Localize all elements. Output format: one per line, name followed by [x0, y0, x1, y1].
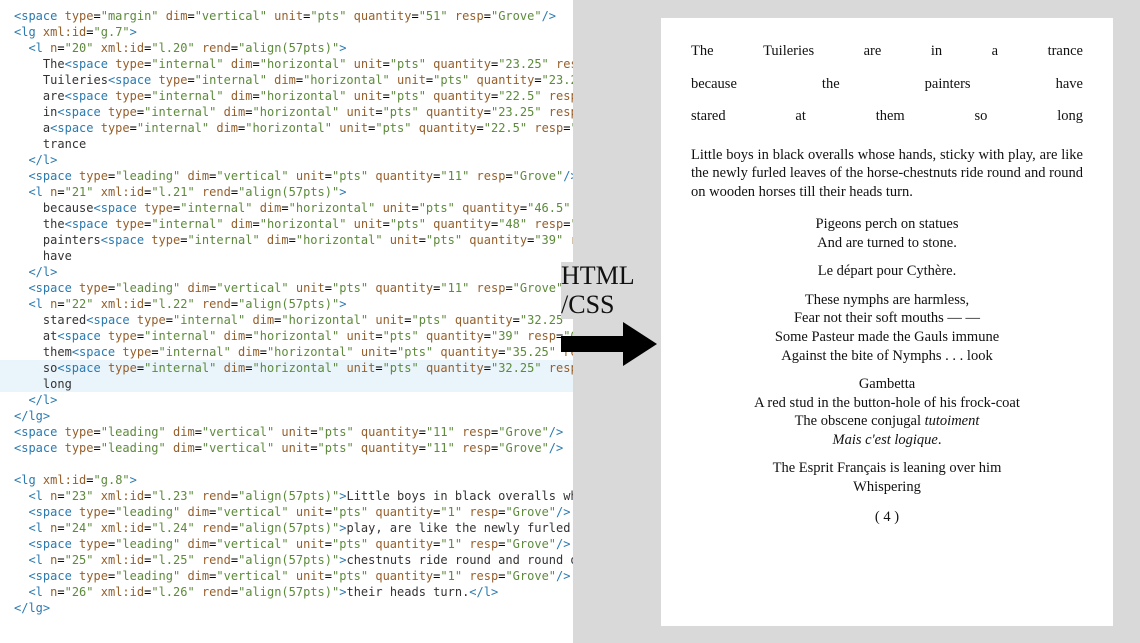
- stanza-nymphs: These nymphs are harmless,Fear not their…: [691, 291, 1083, 365]
- paragraph-g8: Little boys in black overalls whose hand…: [691, 146, 1083, 202]
- arrow-label: HTML /CSS: [561, 262, 635, 319]
- line-fr: Le départ pour Cythère.: [691, 262, 1083, 281]
- render-panel: TheTuileriesareinatrance becausethepaint…: [573, 0, 1140, 643]
- line-20: TheTuileriesareinatrance: [691, 42, 1083, 61]
- arrow-icon: [561, 322, 657, 366]
- stanza-gambetta: Gambetta A red stud in the button-hole o…: [691, 375, 1083, 449]
- page-number: ( 4 ): [691, 508, 1083, 527]
- rendered-page: TheTuileriesareinatrance becausethepaint…: [661, 18, 1113, 626]
- line-21: becausethepaintershave: [691, 75, 1083, 94]
- stanza-pigeons: Pigeons perch on statuesAnd are turned t…: [691, 215, 1083, 252]
- stanza-esprit: The Esprit Français is leaning over himW…: [691, 459, 1083, 496]
- xml-source-panel: <space type="margin" dim="vertical" unit…: [0, 0, 573, 643]
- stanza-title: Gambetta: [691, 375, 1083, 394]
- line-22: staredatthemsolong: [691, 107, 1083, 126]
